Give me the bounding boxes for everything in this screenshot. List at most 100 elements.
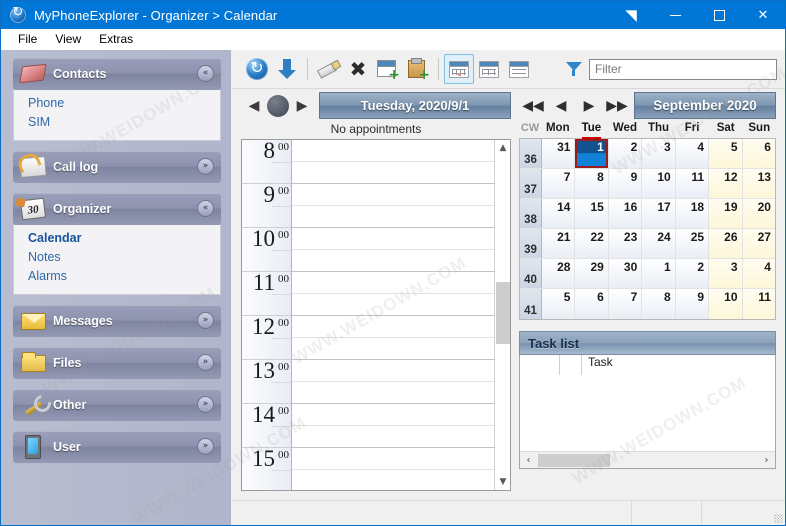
calendar-day-cell[interactable]: 13 [742,169,775,198]
calendar-day-cell[interactable]: 2 [608,139,643,168]
chevron-down-icon[interactable]: » [197,354,214,371]
calendar-day-cell[interactable]: 9 [608,169,643,198]
sidebar-item-phone[interactable]: Phone [28,94,220,113]
time-slot[interactable] [292,184,494,228]
restore-triangle-icon[interactable]: ◥ [609,1,653,29]
calendar-day-cell[interactable]: 28 [542,259,576,288]
calendar-day-cell[interactable]: 26 [709,229,743,258]
calendar-day-cell[interactable]: 3 [642,139,676,168]
calendar-day-cell[interactable]: 1 [642,259,676,288]
calendar-day-cell[interactable]: 29 [575,259,609,288]
prev-year-button[interactable]: ◀◀ [519,92,547,119]
edit-button[interactable] [313,54,343,84]
calendar-day-cell[interactable]: 14 [542,199,576,228]
download-button[interactable] [272,54,302,84]
calendar-day-cell[interactable]: 2 [675,259,710,288]
scroll-right-icon[interactable]: › [758,455,775,466]
time-slot[interactable] [292,228,494,272]
sidebar-item-notes[interactable]: Notes [28,248,220,267]
sync-button[interactable] [242,54,272,84]
calendar-day-cell[interactable]: 8 [575,169,609,198]
chevron-down-icon[interactable]: » [197,158,214,175]
calendar-day-cell[interactable]: 18 [675,199,710,228]
sidebar-group-header-messages[interactable]: Messages » [13,305,221,337]
menu-item-view[interactable]: View [46,30,90,48]
sidebar-group-header-contacts[interactable]: Contacts « [13,58,221,90]
scrollbar-thumb[interactable] [496,282,510,344]
calendar-view-button[interactable] [444,54,474,84]
selected-date-field[interactable]: Tuesday, 2020/9/1 [319,92,511,119]
chevron-down-icon[interactable]: » [197,396,214,413]
calendar-day-cell[interactable]: 10 [709,289,743,319]
new-appointment-button[interactable]: + [373,54,403,84]
calendar-day-cell[interactable]: 15 [575,199,609,228]
funnel-icon[interactable] [566,61,582,77]
chevron-up-icon[interactable]: « [197,65,214,82]
new-task-button[interactable]: + [403,54,433,84]
sidebar-item-calendar[interactable]: Calendar [28,229,220,248]
task-list-body[interactable]: Task ‹ › [519,355,776,469]
calendar-day-cell[interactable]: 20 [742,199,775,228]
next-month-button[interactable]: ▶ [575,92,603,119]
calendar-day-cell[interactable]: 24 [642,229,676,258]
sidebar-group-header-files[interactable]: Files » [13,347,221,379]
calendar-day-cell[interactable]: 23 [608,229,643,258]
next-year-button[interactable]: ▶▶ [603,92,631,119]
delete-button[interactable]: ✖ [343,54,373,84]
time-slot[interactable] [292,448,494,490]
task-list-hscrollbar[interactable]: ‹ › [520,451,775,468]
month-label-field[interactable]: September 2020 [634,92,776,119]
calendar-day-cell[interactable]: 30 [608,259,643,288]
calendar-day-cell[interactable]: 19 [709,199,743,228]
resize-grip[interactable] [774,514,783,523]
calendar-day-cell-selected[interactable]: 1 [575,139,609,168]
close-button[interactable]: ✕ [741,1,785,29]
calendar-day-cell[interactable]: 9 [675,289,710,319]
calendar-day-cell[interactable]: 4 [675,139,710,168]
calendar-day-cell[interactable]: 31 [542,139,576,168]
prev-month-button[interactable]: ◀ [547,92,575,119]
task-column-status[interactable] [520,355,560,375]
sidebar-group-header-call-log[interactable]: Call log » [13,151,221,183]
calendar-day-cell[interactable]: 16 [608,199,643,228]
appointment-slots[interactable] [292,140,494,490]
task-column-task[interactable]: Task [582,355,775,375]
sidebar-item-sim[interactable]: SIM [28,113,220,132]
table-view-button[interactable] [474,54,504,84]
sidebar-group-header-user[interactable]: User » [13,431,221,463]
calendar-day-cell[interactable]: 7 [608,289,643,319]
scroll-down-icon[interactable]: ▼ [495,474,510,490]
prev-day-button[interactable]: ◀ [241,92,267,119]
calendar-day-cell[interactable]: 7 [542,169,576,198]
time-slot[interactable] [292,140,494,184]
calendar-day-cell[interactable]: 17 [642,199,676,228]
hscrollbar-thumb[interactable] [538,453,610,467]
calendar-day-cell[interactable]: 10 [642,169,676,198]
calendar-day-cell[interactable]: 6 [742,139,775,168]
task-column-flag[interactable] [560,355,582,375]
calendar-day-cell[interactable]: 12 [709,169,743,198]
scroll-left-icon[interactable]: ‹ [520,455,537,466]
calendar-day-cell[interactable]: 8 [642,289,676,319]
calendar-day-cell[interactable]: 5 [542,289,576,319]
calendar-day-cell[interactable]: 27 [742,229,775,258]
calendar-day-cell[interactable]: 22 [575,229,609,258]
calendar-day-cell[interactable]: 25 [675,229,710,258]
day-view-scrollbar[interactable]: ▲ ▼ [494,140,510,490]
chevron-up-icon[interactable]: « [197,200,214,217]
next-day-button[interactable]: ▶ [289,92,315,119]
calendar-day-cell[interactable]: 6 [575,289,609,319]
menu-item-extras[interactable]: Extras [90,30,142,48]
minimize-button[interactable] [653,1,697,29]
filter-input[interactable] [589,58,777,80]
calendar-day-cell[interactable]: 11 [675,169,710,198]
scroll-up-icon[interactable]: ▲ [495,140,510,156]
time-slot[interactable] [292,360,494,404]
sidebar-group-header-other[interactable]: Other » [13,389,221,421]
menu-item-file[interactable]: File [9,30,46,48]
list-view-button[interactable] [504,54,534,84]
sidebar-group-header-organizer[interactable]: 30 Organizer « [13,193,221,225]
chevron-down-icon[interactable]: » [197,438,214,455]
time-slot[interactable] [292,404,494,448]
calendar-day-cell[interactable]: 21 [542,229,576,258]
